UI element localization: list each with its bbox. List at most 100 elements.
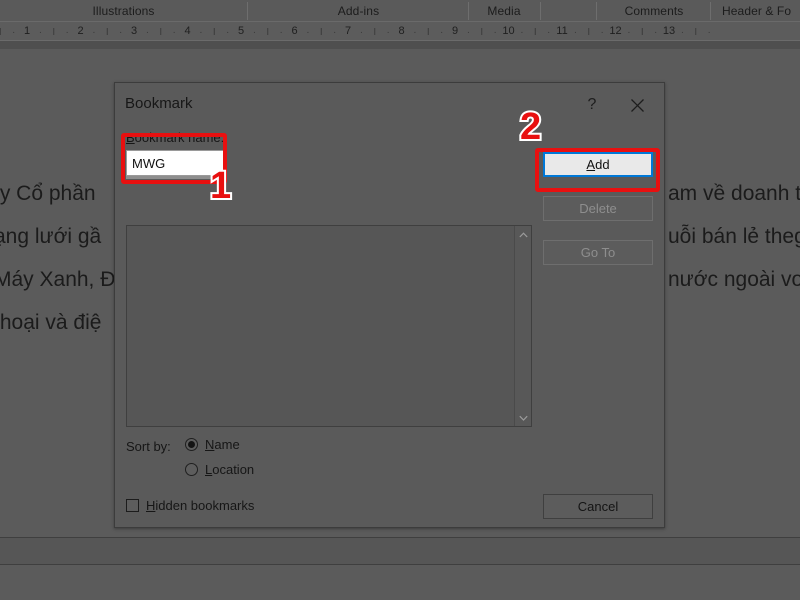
document-text-line: uỗi bán lẻ theg <box>668 225 800 248</box>
ribbon-group-media[interactable]: Media <box>470 0 538 22</box>
go-to-button[interactable]: Go To <box>543 240 653 265</box>
ribbon-group-label: Illustrations <box>92 4 155 18</box>
ruler-tick: I <box>159 27 163 38</box>
ruler-number: 1 <box>23 25 31 37</box>
radio-unselected-icon <box>185 463 198 476</box>
document-text-line: ty Cổ phần <box>0 182 96 205</box>
add-button[interactable]: Add <box>543 152 653 177</box>
bookmark-name-accel: B <box>126 130 135 145</box>
document-text-line: am về doanh t <box>668 182 800 205</box>
ruler-tick: I <box>480 27 484 38</box>
hidden-bookmarks-rest: idden bookmarks <box>155 498 255 513</box>
ribbon-separator <box>596 2 597 20</box>
bookmark-name-input[interactable]: MWG <box>126 150 225 176</box>
ruler-tick: I <box>587 27 591 38</box>
ruler-number: 13 <box>662 25 676 37</box>
ruler-tick: · <box>413 27 417 38</box>
radio-selected-icon <box>185 438 198 451</box>
hidden-bookmarks-accel: H <box>146 498 156 513</box>
ribbon-separator <box>710 2 711 20</box>
ruler-tick: I <box>694 27 698 38</box>
sort-by-name-rest: ame <box>214 437 240 452</box>
ruler-tick: · <box>493 27 497 38</box>
ribbon-group-strip: Illustrations Add-ins Media Comments Hea… <box>0 0 800 22</box>
ruler-number: 4 <box>184 25 191 37</box>
close-icon[interactable] <box>624 93 650 117</box>
ribbon-group-label: Header & Fo <box>722 4 792 18</box>
checkbox-unchecked-icon <box>126 499 139 512</box>
ruler-number: 10 <box>502 25 515 37</box>
ruler-tick: · <box>439 27 444 38</box>
sort-by-radio-name[interactable]: Name <box>185 437 240 452</box>
scroll-down-icon[interactable] <box>515 409 532 426</box>
add-button-label: Add <box>586 157 609 172</box>
ribbon-group-add-ins[interactable]: Add-ins <box>249 0 468 22</box>
ruler-tick: · <box>92 27 96 38</box>
ruler-tick: · <box>306 27 310 38</box>
ruler-tick: · <box>145 27 150 38</box>
ribbon-group-illustrations[interactable]: Illustrations <box>0 0 247 22</box>
ruler-tick: · <box>172 27 176 38</box>
dialog-title: Bookmark <box>125 95 193 112</box>
ruler-tick: · <box>386 27 390 38</box>
add-button-rest: dd <box>595 157 610 172</box>
ruler-tick: · <box>359 27 364 38</box>
ruler-tick: I <box>640 27 644 38</box>
cancel-button[interactable]: Cancel <box>543 494 653 519</box>
next-document-page[interactable] <box>0 565 800 600</box>
ruler-tick: · <box>279 27 283 38</box>
go-to-button-label: Go To <box>580 245 616 260</box>
ribbon-group-header-footer[interactable]: Header & Fo <box>712 0 800 22</box>
scroll-up-icon[interactable] <box>515 226 532 243</box>
ribbon-group-label: Comments <box>624 4 684 18</box>
ruler-tick: · <box>466 27 471 38</box>
bookmark-dialog[interactable]: Bookmark ? Bookmark name: MWG Sort by: N… <box>114 82 665 528</box>
page-gap <box>0 538 800 564</box>
ribbon-separator <box>540 2 541 20</box>
ruler-tick: I <box>533 27 537 38</box>
bookmark-list-scrollbar[interactable] <box>514 226 531 426</box>
ruler-tick: I <box>212 27 216 38</box>
ruler-tick: I <box>0 27 2 38</box>
ruler-tick: · <box>600 27 604 38</box>
document-text-line: nước ngoài vơ <box>668 268 800 291</box>
ruler-number: 8 <box>398 25 405 37</box>
ruler-number: 7 <box>344 25 352 37</box>
hidden-bookmarks-checkbox[interactable]: Hidden bookmarks <box>126 498 254 513</box>
ruler-number: 2 <box>77 25 84 37</box>
ruler-tick: I <box>373 27 377 38</box>
ruler-tick: · <box>118 27 123 38</box>
sort-by-label: Sort by: <box>126 439 171 454</box>
ruler-tick: · <box>573 27 578 38</box>
ruler-tick: I <box>426 27 430 38</box>
bookmark-name-label-rest: ookmark name: <box>134 130 225 145</box>
ruler-tick: I <box>105 27 109 38</box>
ruler-tick: · <box>11 27 16 38</box>
help-glyph: ? <box>587 96 597 113</box>
dialog-titlebar[interactable]: Bookmark ? <box>115 83 664 125</box>
bookmark-name-value: MWG <box>132 155 166 171</box>
sort-by-name-accel: N <box>205 437 215 452</box>
ruler-tick: · <box>680 27 685 38</box>
hidden-bookmarks-label: Hidden bookmarks <box>146 498 254 513</box>
ruler-tick: · <box>627 27 631 38</box>
bookmark-name-label: Bookmark name: <box>126 130 224 145</box>
help-icon[interactable]: ? <box>580 93 604 117</box>
ruler-tick: · <box>332 27 337 38</box>
dialog-body: Bookmark name: MWG Sort by: Name Locatio… <box>115 125 664 527</box>
bookmark-name-underline <box>126 176 225 179</box>
ribbon-group-comments[interactable]: Comments <box>598 0 710 22</box>
ruler-tick: I <box>319 27 323 38</box>
cancel-button-label: Cancel <box>577 499 619 514</box>
delete-button[interactable]: Delete <box>543 196 653 221</box>
ruler-tick: · <box>38 27 43 38</box>
ruler-number: 11 <box>556 25 568 37</box>
ribbon-separator <box>247 2 248 20</box>
ruler-tick: I <box>52 27 56 38</box>
ruler-tick: I <box>266 27 270 38</box>
bookmark-list[interactable] <box>126 225 532 427</box>
ruler-number: 6 <box>291 25 298 37</box>
horizontal-ruler[interactable]: 1 · I · 2 · I · 3 · I · 4 · I · 5 · I · 6 · I · 7 · I · 8 · I · 9 · I · 10 · I… <box>0 22 800 41</box>
sort-by-radio-location[interactable]: Location <box>185 462 254 477</box>
document-text-line: Máy Xanh, Đ <box>0 268 116 291</box>
